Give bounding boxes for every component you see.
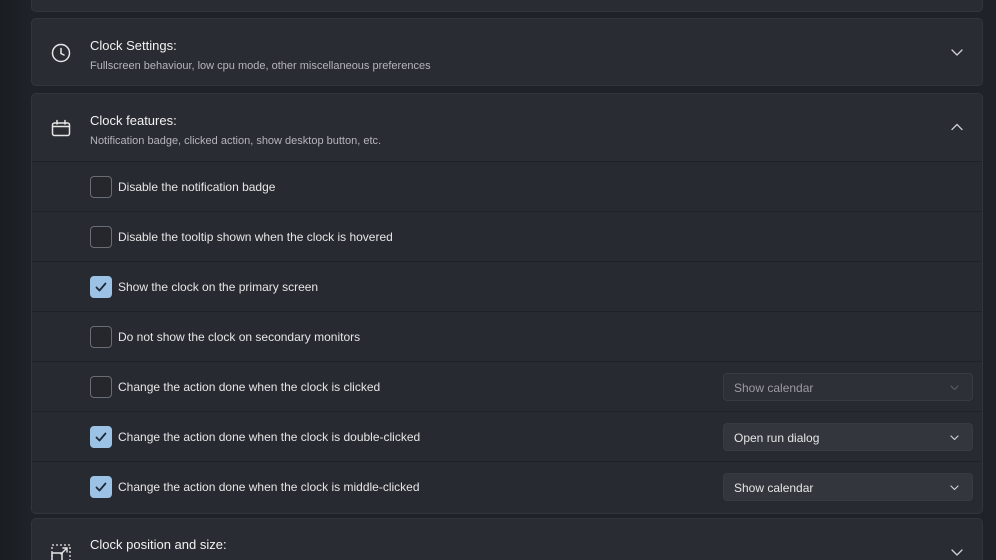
option-hide-secondary-monitors: Do not show the clock on secondary monit… xyxy=(32,312,982,362)
checkbox[interactable] xyxy=(90,226,112,248)
chevron-down-icon[interactable] xyxy=(950,45,964,59)
checkmark-icon xyxy=(95,432,107,442)
option-disable-tooltip: Disable the tooltip shown when the clock… xyxy=(32,212,982,262)
option-label: Disable the notification badge xyxy=(118,180,276,194)
option-label: Change the action done when the clock is… xyxy=(118,430,421,444)
checkbox[interactable] xyxy=(90,276,112,298)
option-label: Do not show the clock on secondary monit… xyxy=(118,330,361,344)
checkbox[interactable] xyxy=(90,376,112,398)
checkbox[interactable] xyxy=(90,176,112,198)
clock-position-title: Clock position and size: xyxy=(90,537,227,552)
clock-settings-header[interactable]: Clock Settings: Fullscreen behaviour, lo… xyxy=(32,19,982,87)
middle-clicked-action-dropdown[interactable]: Show calendar xyxy=(723,473,973,501)
dropdown-value: Open run dialog xyxy=(734,431,820,445)
option-label: Change the action done when the clock is… xyxy=(118,480,420,494)
clock-features-header[interactable]: Clock features: Notification badge, clic… xyxy=(32,94,982,162)
clock-features-section: Clock features: Notification badge, clic… xyxy=(31,93,983,514)
option-disable-notification-badge: Disable the notification badge xyxy=(32,162,982,212)
checkbox[interactable] xyxy=(90,476,112,498)
calendar-icon xyxy=(51,119,71,137)
clock-features-title: Clock features: xyxy=(90,113,177,128)
resize-icon xyxy=(51,544,71,560)
option-label: Change the action done when the clock is… xyxy=(118,380,381,394)
option-double-clicked-action: Change the action done when the clock is… xyxy=(32,412,982,462)
clock-position-header[interactable]: Clock position and size: xyxy=(32,519,982,560)
clock-settings-section[interactable]: Clock Settings: Fullscreen behaviour, lo… xyxy=(31,18,983,86)
checkbox[interactable] xyxy=(90,326,112,348)
checkmark-icon xyxy=(95,282,107,292)
previous-section-card xyxy=(31,0,983,12)
checkmark-icon xyxy=(95,482,107,492)
double-clicked-action-dropdown[interactable]: Open run dialog xyxy=(723,423,973,451)
window-edge xyxy=(0,0,30,560)
chevron-up-icon[interactable] xyxy=(950,120,964,134)
clock-icon xyxy=(51,43,71,63)
clock-settings-title: Clock Settings: xyxy=(90,38,177,53)
option-label: Disable the tooltip shown when the clock… xyxy=(118,230,393,244)
option-label: Show the clock on the primary screen xyxy=(118,280,319,294)
chevron-down-icon xyxy=(950,485,959,491)
clicked-action-dropdown[interactable]: Show calendar xyxy=(723,373,973,401)
chevron-down-icon[interactable] xyxy=(950,545,964,559)
dropdown-value: Show calendar xyxy=(734,381,814,395)
clock-position-section[interactable]: Clock position and size: xyxy=(31,518,983,560)
option-show-primary-screen: Show the clock on the primary screen xyxy=(32,262,982,312)
checkbox[interactable] xyxy=(90,426,112,448)
chevron-down-icon xyxy=(950,435,959,441)
chevron-down-icon xyxy=(950,385,959,391)
dropdown-value: Show calendar xyxy=(734,481,814,495)
clock-features-subtitle: Notification badge, clicked action, show… xyxy=(90,135,382,147)
option-middle-clicked-action: Change the action done when the clock is… xyxy=(32,462,982,512)
option-clicked-action: Change the action done when the clock is… xyxy=(32,362,982,412)
clock-settings-subtitle: Fullscreen behaviour, low cpu mode, othe… xyxy=(90,60,431,72)
